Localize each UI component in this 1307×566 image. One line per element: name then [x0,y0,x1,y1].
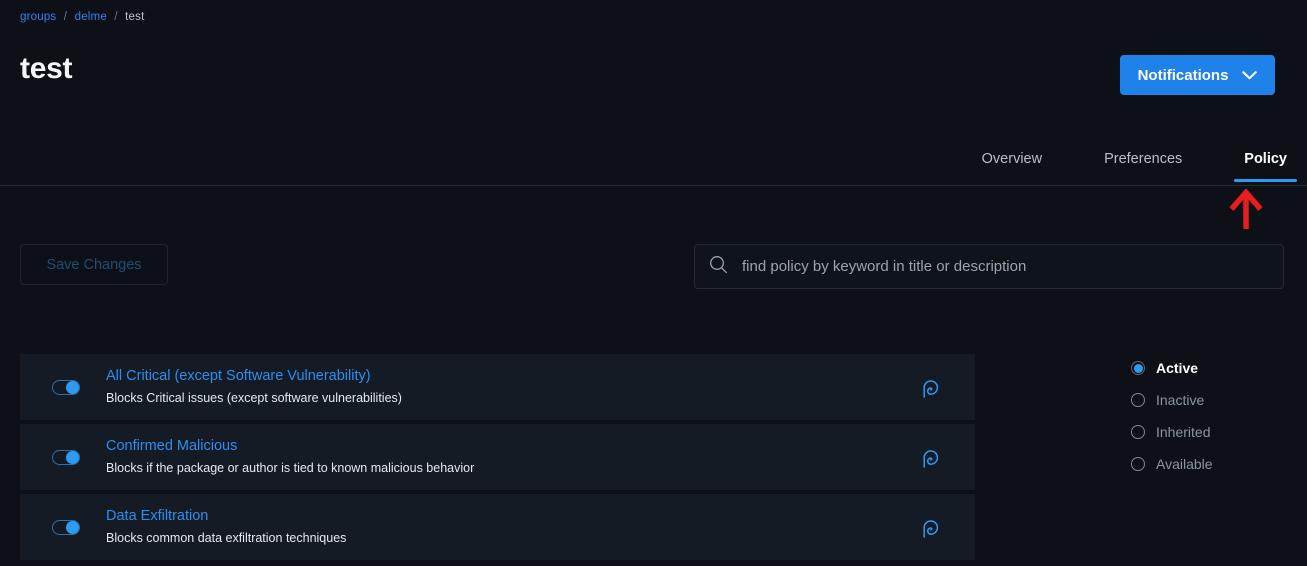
filter-option-available[interactable]: Available [1131,448,1213,480]
policy-description: Blocks common data exfiltration techniqu… [106,531,347,545]
breadcrumb: groups / delme / test [20,11,144,23]
policy-list: All Critical (except Software Vulnerabil… [20,354,975,564]
policy-text: Data Exfiltration Blocks common data exf… [106,507,919,547]
policy-row[interactable]: Confirmed Malicious Blocks if the packag… [20,424,975,490]
toggle-knob [66,450,79,464]
policy-toggle[interactable] [52,449,80,465]
policy-toggle[interactable] [52,519,80,535]
policy-description: Blocks if the package or author is tied … [106,461,475,475]
tab-overview[interactable]: Overview [980,145,1044,181]
breadcrumb-separator: / [63,11,68,23]
notifications-button-label: Notifications [1137,66,1229,84]
tab-policy[interactable]: Policy [1234,145,1297,182]
policy-title[interactable]: All Critical (except Software Vulnerabil… [106,367,919,385]
filter-label: Inherited [1156,424,1211,440]
policy-search[interactable] [694,244,1284,289]
policy-provider-p-icon[interactable] [919,446,941,468]
tab-preferences[interactable]: Preferences [1102,145,1184,181]
search-icon [709,255,728,279]
page-title: test [20,52,73,85]
toggle-knob [66,520,79,534]
policy-toggle[interactable] [52,379,80,395]
search-input[interactable] [740,257,1269,276]
notifications-button[interactable]: Notifications [1120,55,1275,95]
tab-bar: Overview Preferences Policy [0,145,1307,186]
filter-label: Inactive [1156,392,1205,408]
policy-description: Blocks Critical issues (except software … [106,391,402,405]
policy-title[interactable]: Data Exfiltration [106,507,919,525]
filter-option-active[interactable]: Active [1131,352,1213,384]
radio-icon[interactable] [1131,425,1145,439]
chevron-down-icon [1242,70,1258,80]
filter-label: Active [1156,360,1199,376]
breadcrumb-separator: / [114,11,118,23]
policy-title[interactable]: Confirmed Malicious [106,437,919,455]
annotation-arrow-icon [1228,188,1264,230]
policy-row[interactable]: Data Exfiltration Blocks common data exf… [20,494,975,560]
filter-option-inherited[interactable]: Inherited [1131,416,1213,448]
policy-row[interactable]: All Critical (except Software Vulnerabil… [20,354,975,420]
policy-provider-p-icon[interactable] [919,516,941,538]
toggle-knob [66,380,79,394]
radio-icon[interactable] [1131,393,1145,407]
policy-status-filter: Active Inactive Inherited Available [1131,352,1213,480]
breadcrumb-current: test [125,11,145,23]
save-changes-button[interactable]: Save Changes [20,244,168,285]
radio-icon[interactable] [1131,361,1145,375]
filter-label: Available [1156,456,1213,472]
breadcrumb-link-delme[interactable]: delme [75,11,107,23]
policy-text: Confirmed Malicious Blocks if the packag… [106,437,919,477]
breadcrumb-link-groups[interactable]: groups [20,11,56,23]
policy-text: All Critical (except Software Vulnerabil… [106,367,919,407]
radio-icon[interactable] [1131,457,1145,471]
filter-option-inactive[interactable]: Inactive [1131,384,1213,416]
policy-provider-p-icon[interactable] [919,376,941,398]
